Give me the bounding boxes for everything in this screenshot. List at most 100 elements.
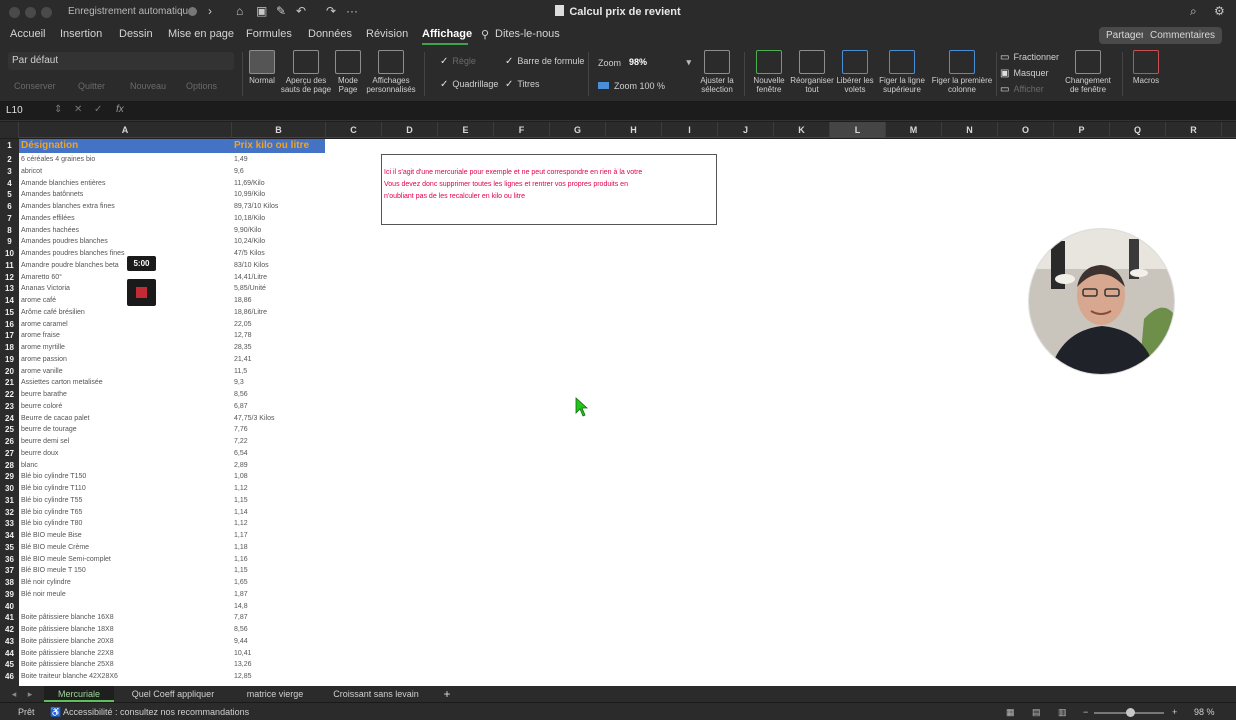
cell-designation[interactable]: arome myrtille xyxy=(21,342,65,354)
cell-designation[interactable]: Blé noir meule xyxy=(21,589,66,601)
cell-price[interactable]: 7,76 xyxy=(234,424,248,436)
row-number[interactable]: 24 xyxy=(0,412,19,425)
row-number[interactable]: 39 xyxy=(0,588,19,601)
row-number[interactable]: 1 xyxy=(0,139,19,153)
sheet-tab-croissant[interactable]: Croissant sans levain xyxy=(324,686,428,702)
cell-price[interactable]: 9,6 xyxy=(234,166,244,178)
cell-designation[interactable]: Boite pâtissiere blanche 20X8 xyxy=(21,636,114,648)
row-number[interactable]: 27 xyxy=(0,447,19,460)
cell-designation[interactable]: Arôme café brésilien xyxy=(21,307,85,319)
zoom-in-icon[interactable]: + xyxy=(1172,707,1177,717)
row-number[interactable]: 34 xyxy=(0,530,19,542)
cell-price[interactable]: 1,17 xyxy=(234,530,248,542)
sheet-tab-coeff[interactable]: Quel Coeff appliquer xyxy=(122,686,224,702)
column-header[interactable]: N xyxy=(942,122,998,138)
row-number[interactable]: 26 xyxy=(0,436,19,448)
cell-designation[interactable]: Amandes effilées xyxy=(21,213,75,225)
normal-view-status-icon[interactable]: ▦ xyxy=(1006,707,1015,718)
cell-price[interactable]: 1,65 xyxy=(234,577,248,589)
cell-price[interactable]: 13,26 xyxy=(234,659,252,671)
sheet-tab-matrice[interactable]: matrice vierge xyxy=(236,686,314,702)
page-break-preview-button[interactable]: Aperçu des sauts de page xyxy=(280,50,332,94)
row-number[interactable]: 25 xyxy=(0,424,19,436)
row-number[interactable]: 31 xyxy=(0,494,19,507)
cell-price[interactable]: 9,90/Kilo xyxy=(234,225,261,237)
cell-designation[interactable]: Amandre poudre blanches beta xyxy=(21,260,119,272)
worksheet-grid[interactable]: 1 Désignation Prix kilo ou litre 26 céré… xyxy=(0,139,1236,686)
cancel-icon[interactable]: ✕ xyxy=(74,104,82,115)
row-number[interactable]: 10 xyxy=(0,248,19,260)
cell-designation[interactable]: arome caramel xyxy=(21,319,68,331)
row-number[interactable]: 40 xyxy=(0,600,19,613)
column-header[interactable]: F xyxy=(494,122,550,138)
row-number[interactable]: 13 xyxy=(0,283,19,295)
column-header[interactable]: A xyxy=(19,122,232,138)
zoom-100-button[interactable]: Zoom 100 % xyxy=(598,81,665,91)
cell-designation[interactable]: Beurre de cacao palet xyxy=(21,413,90,425)
cell-designation[interactable]: Boite pâtissiere blanche 16X8 xyxy=(21,612,114,624)
row-number[interactable]: 16 xyxy=(0,318,19,331)
cell-price[interactable]: 11,5 xyxy=(234,366,247,378)
cell-price[interactable]: 83/10 Kilos xyxy=(234,260,269,272)
tab-dessin[interactable]: Dessin xyxy=(119,28,153,40)
cell-designation[interactable]: beurre doux xyxy=(21,448,58,460)
header-price[interactable]: Prix kilo ou litre xyxy=(234,140,309,151)
cell-price[interactable]: 1,18 xyxy=(234,542,248,554)
page-layout-button[interactable]: Mode Page xyxy=(334,50,362,94)
cell-price[interactable]: 5,85/Unité xyxy=(234,283,266,295)
prev-sheet-icon[interactable]: ◂ xyxy=(8,686,20,702)
cell-designation[interactable]: arome café xyxy=(21,295,56,307)
cell-price[interactable]: 2,89 xyxy=(234,460,248,472)
cell-designation[interactable]: beurre de tourage xyxy=(21,424,77,436)
page-break-status-icon[interactable]: ▥ xyxy=(1058,707,1067,718)
comments-button[interactable]: Commentaires xyxy=(1143,27,1223,44)
sheet-view-select[interactable]: Par défaut xyxy=(8,52,234,70)
cell-price[interactable]: 1,12 xyxy=(234,518,248,530)
new-view-button[interactable]: Nouveau xyxy=(130,81,166,91)
row-number[interactable]: 11 xyxy=(0,259,19,272)
row-number[interactable]: 38 xyxy=(0,577,19,589)
row-number[interactable]: 4 xyxy=(0,177,19,190)
column-header[interactable]: K xyxy=(774,122,830,138)
tab-mise-en-page[interactable]: Mise en page xyxy=(168,28,234,40)
cell-price[interactable]: 9,3 xyxy=(234,377,244,389)
cell-price[interactable]: 10,24/Kilo xyxy=(234,236,265,248)
cell-designation[interactable]: Blé BIO meule T 150 xyxy=(21,565,86,577)
custom-views-button[interactable]: Affichages personnalisés xyxy=(364,50,418,94)
cell-price[interactable]: 8,56 xyxy=(234,389,248,401)
row-number[interactable]: 20 xyxy=(0,365,19,378)
add-sheet-icon[interactable]: + xyxy=(438,686,456,702)
column-header[interactable]: P xyxy=(1054,122,1110,138)
cell-designation[interactable]: Blé BIO meule Crème xyxy=(21,542,89,554)
column-header[interactable]: Q xyxy=(1110,122,1166,138)
cell-price[interactable]: 1,12 xyxy=(234,483,248,495)
cell-designation[interactable]: beurre coloré xyxy=(21,401,62,413)
cell-designation[interactable]: Blé noir cylindre xyxy=(21,577,71,589)
headings-checkbox[interactable]: ✓ Titres xyxy=(505,79,540,90)
cell-designation[interactable]: arome passion xyxy=(21,354,67,366)
accessibility-status[interactable]: Accessibilité : consultez nos recommanda… xyxy=(63,707,249,717)
cell-price[interactable]: 22,05 xyxy=(234,319,252,331)
new-window-button[interactable]: Nouvelle fenêtre xyxy=(748,50,790,94)
cell-designation[interactable]: Amaretto 60° xyxy=(21,272,62,284)
column-header[interactable]: B xyxy=(232,122,326,138)
column-header[interactable]: D xyxy=(382,122,438,138)
cell-price[interactable]: 1,14 xyxy=(234,507,248,519)
hide-button[interactable]: ▣ Masquer xyxy=(1000,68,1048,79)
row-number[interactable]: 8 xyxy=(0,224,19,237)
row-number[interactable]: 12 xyxy=(0,271,19,284)
cell-designation[interactable]: Boite traiteur blanche 42X28X6 xyxy=(21,671,118,683)
cell-price[interactable]: 8,56 xyxy=(234,624,248,636)
cell-price[interactable]: 7,22 xyxy=(234,436,248,448)
switch-window-button[interactable]: Changement de fenêtre xyxy=(1060,50,1116,94)
column-header[interactable]: O xyxy=(998,122,1054,138)
cell-designation[interactable]: Boite pâtissiere blanche 25X8 xyxy=(21,659,114,671)
view-options-button[interactable]: Options xyxy=(186,81,217,91)
select-all-button[interactable] xyxy=(0,122,19,138)
confirm-icon[interactable]: ✓ xyxy=(94,104,102,115)
zoom-input[interactable]: 98% ▾ xyxy=(626,55,694,70)
cell-designation[interactable]: Blé BIO meule Semi-complet xyxy=(21,554,111,566)
cell-designation[interactable]: Amande blanchies entières xyxy=(21,178,105,190)
cell-price[interactable]: 1,15 xyxy=(234,495,248,507)
cell-price[interactable]: 18,86 xyxy=(234,295,252,307)
